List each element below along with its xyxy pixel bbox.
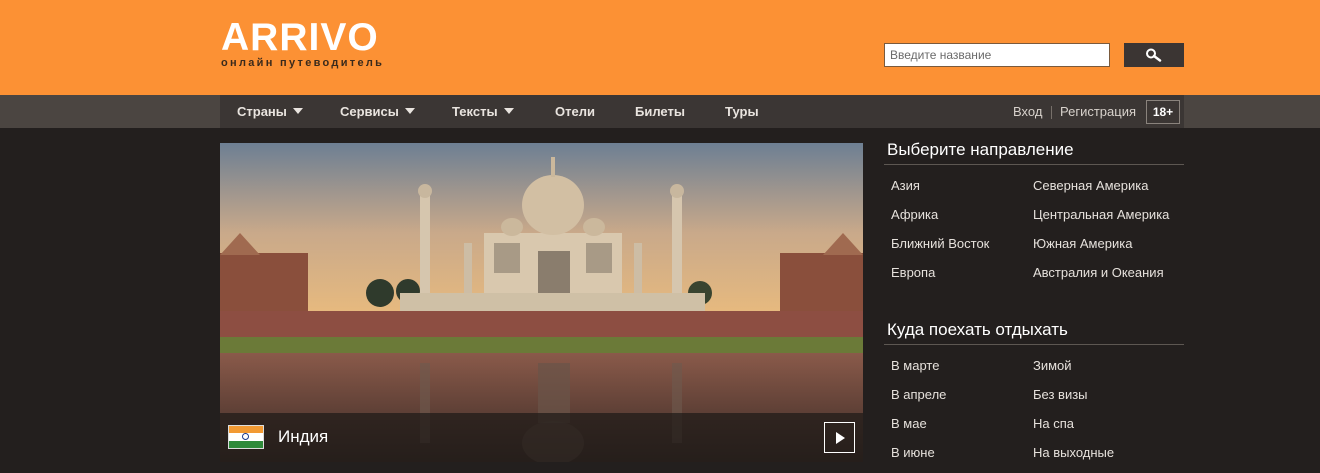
site-header: ARRIVO онлайн путеводитель xyxy=(0,0,1320,95)
destination-link[interactable]: Северная Америка xyxy=(1033,178,1148,193)
holiday-link[interactable]: На выходные xyxy=(1033,445,1114,460)
nav-item-services[interactable]: Сервисы xyxy=(340,95,415,128)
nav-item-label: Отели xyxy=(555,104,595,119)
section-divider xyxy=(884,344,1184,345)
holiday-link[interactable]: На спа xyxy=(1033,416,1074,431)
featured-slide[interactable]: Индия xyxy=(220,143,863,462)
play-arrow-icon xyxy=(835,431,845,444)
destinations-title: Выберите направление xyxy=(887,140,1074,159)
caret-down-icon xyxy=(292,108,303,114)
destination-link[interactable]: Южная Америка xyxy=(1033,236,1132,251)
holiday-link[interactable]: В апреле xyxy=(891,387,946,402)
holiday-link[interactable]: Зимой xyxy=(1033,358,1072,373)
nav-item-label: Туры xyxy=(725,104,759,119)
nav-item-label: Тексты xyxy=(452,104,498,119)
holiday-link[interactable]: В июне xyxy=(891,445,935,460)
nav-divider xyxy=(1051,106,1052,119)
next-slide-button[interactable] xyxy=(824,422,855,453)
logo[interactable]: ARRIVO онлайн путеводитель xyxy=(221,18,421,74)
holiday-link[interactable]: В мае xyxy=(891,416,927,431)
holiday-link[interactable]: Без визы xyxy=(1033,387,1088,402)
age-rating-badge: 18+ xyxy=(1146,100,1180,124)
nav-item-texts[interactable]: Тексты xyxy=(452,95,514,128)
search-input[interactable] xyxy=(884,43,1110,67)
nav-item-label: Билеты xyxy=(635,104,685,119)
nav-item-label: Страны xyxy=(237,104,287,119)
nav-item-tours[interactable]: Туры xyxy=(725,95,759,128)
holiday-link[interactable]: В марте xyxy=(891,358,939,373)
login-link[interactable]: Вход xyxy=(1013,95,1042,128)
caret-down-icon xyxy=(404,108,415,114)
nav-item-hotels[interactable]: Отели xyxy=(555,95,595,128)
caret-down-icon xyxy=(503,108,514,114)
search-icon xyxy=(1146,48,1162,62)
destination-link[interactable]: Австралия и Океания xyxy=(1033,265,1164,280)
destination-link[interactable]: Ближний Восток xyxy=(891,236,989,251)
holidays-title: Куда поехать отдыхать xyxy=(887,320,1068,339)
slide-caption: Индия xyxy=(220,413,863,462)
logo-tagline: онлайн путеводитель xyxy=(221,57,385,69)
nav-item-countries[interactable]: Страны xyxy=(237,95,303,128)
india-flag-icon xyxy=(228,425,264,449)
destination-link[interactable]: Европа xyxy=(891,265,935,280)
logo-text: ARRIVO xyxy=(221,16,379,59)
destination-link[interactable]: Африка xyxy=(891,207,938,222)
nav-item-tickets[interactable]: Билеты xyxy=(635,95,685,128)
destination-link[interactable]: Азия xyxy=(891,178,920,193)
destination-link[interactable]: Центральная Америка xyxy=(1033,207,1169,222)
nav-item-label: Сервисы xyxy=(340,104,399,119)
slide-title[interactable]: Индия xyxy=(278,427,328,447)
search-button[interactable] xyxy=(1124,43,1184,67)
section-divider xyxy=(884,164,1184,165)
register-link[interactable]: Регистрация xyxy=(1060,95,1136,128)
